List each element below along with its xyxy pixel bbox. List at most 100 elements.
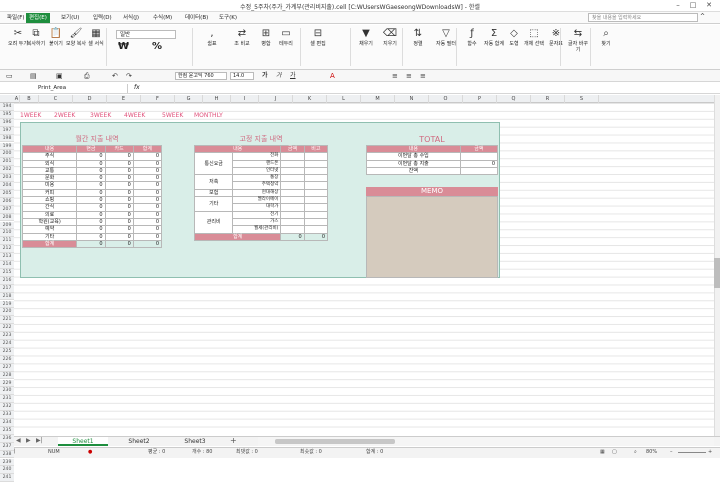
week-link-1[interactable]: 2WEEK: [54, 112, 75, 120]
menu-item-4[interactable]: 서식(J): [120, 13, 142, 23]
menu-item-7[interactable]: 도구(K): [216, 13, 240, 23]
group-label-cell[interactable]: 보험: [193, 188, 234, 198]
table-cell[interactable]: 0: [132, 217, 163, 227]
row-header[interactable]: 233: [0, 411, 14, 419]
row-header[interactable]: 226: [0, 355, 14, 364]
amount-cell[interactable]: [280, 152, 305, 161]
open-folder-icon[interactable]: ▤: [30, 72, 37, 80]
column-header-S[interactable]: S: [565, 95, 599, 103]
row-header[interactable]: 202: [0, 166, 14, 175]
row-header[interactable]: 225: [0, 347, 14, 356]
row-header[interactable]: 231: [0, 395, 14, 404]
row-header[interactable]: 216: [0, 276, 14, 285]
note-cell[interactable]: [303, 196, 329, 205]
column-header-D[interactable]: D: [73, 95, 107, 103]
table-cell[interactable]: 0: [76, 232, 106, 241]
menu-item-2[interactable]: 보기(U): [58, 13, 82, 23]
table-cell[interactable]: 문화: [21, 174, 78, 183]
ribbon-symbol-button[interactable]: ※ 문자표: [546, 28, 566, 47]
row-header[interactable]: 197: [0, 126, 14, 135]
column-header-K[interactable]: K: [293, 95, 327, 103]
amount-cell[interactable]: [280, 188, 305, 198]
prev-sheet-icon[interactable]: ◀: [16, 437, 21, 444]
column-header-I[interactable]: I: [231, 95, 259, 103]
zoom-out-icon[interactable]: –: [670, 449, 673, 456]
row-header[interactable]: 209: [0, 221, 14, 230]
column-header-O[interactable]: O: [429, 95, 463, 103]
row-header[interactable]: 196: [0, 118, 14, 127]
table-cell[interactable]: 0: [104, 225, 134, 234]
row-header[interactable]: 212: [0, 245, 14, 254]
table-cell[interactable]: 기타: [21, 232, 78, 241]
column-header-N[interactable]: N: [395, 95, 429, 103]
column-header-R[interactable]: R: [531, 95, 565, 103]
row-header[interactable]: 223: [0, 332, 14, 340]
zoom-level[interactable]: 80%: [646, 449, 657, 456]
week-link-4[interactable]: 5WEEK: [162, 112, 183, 120]
column-header-M[interactable]: M: [361, 95, 395, 103]
note-cell[interactable]: [303, 152, 329, 161]
table-cell[interactable]: 0: [459, 159, 499, 168]
group-label-cell[interactable]: 관리비: [193, 210, 234, 234]
total-cell[interactable]: 0: [76, 239, 106, 249]
column-header-G[interactable]: G: [175, 95, 203, 103]
row-header[interactable]: 218: [0, 292, 14, 301]
minimize-icon[interactable]: –: [671, 1, 685, 10]
note-cell[interactable]: [303, 174, 329, 183]
total-cell[interactable]: 0: [280, 232, 305, 241]
font-size-select[interactable]: 14.0: [230, 72, 254, 80]
zoom-in-icon[interactable]: +: [708, 449, 712, 456]
table-cell[interactable]: 0: [132, 225, 163, 234]
ribbon-copy-button[interactable]: ⧉ 복사하기: [26, 28, 46, 47]
menu-item-0[interactable]: 파일(F): [4, 13, 28, 23]
row-header[interactable]: 221: [0, 316, 14, 325]
number-format-select[interactable]: 일반: [116, 30, 176, 39]
table-cell[interactable]: 0: [104, 203, 134, 212]
row-header[interactable]: 208: [0, 213, 14, 222]
item-label-cell[interactable]: 월세(관리비): [232, 225, 282, 234]
total-cell[interactable]: 0: [132, 239, 163, 249]
table-cell[interactable]: 0: [76, 181, 106, 190]
column-header-J[interactable]: J: [259, 95, 293, 103]
table-cell[interactable]: 0: [76, 159, 106, 168]
table-cell[interactable]: 0: [104, 210, 134, 219]
amount-cell[interactable]: [280, 210, 305, 219]
ribbon-merge-button[interactable]: ⊞ 병합: [256, 28, 276, 47]
row-header[interactable]: 241: [0, 474, 14, 482]
note-cell[interactable]: [303, 210, 329, 219]
table-cell[interactable]: 이번달 총 지출: [366, 159, 461, 168]
group-label-cell[interactable]: 통신요금: [193, 152, 234, 176]
record-icon[interactable]: ●: [88, 449, 92, 456]
amount-cell[interactable]: [280, 159, 305, 168]
column-header-H[interactable]: H: [203, 95, 231, 103]
ribbon-scissors-button[interactable]: ✂ 오려 두기: [8, 28, 28, 47]
row-header[interactable]: 238: [0, 450, 14, 459]
function-icon[interactable]: fx: [134, 84, 140, 91]
item-label-cell[interactable]: 가스: [232, 217, 282, 227]
menu-item-6[interactable]: 데이터(B): [182, 13, 211, 23]
table-cell[interactable]: 주식: [21, 152, 78, 161]
table-cell[interactable]: 이번달 총 수입: [366, 152, 461, 161]
ribbon-fill-button[interactable]: ▼ 채우기: [356, 28, 376, 47]
table-cell[interactable]: 0: [76, 166, 106, 176]
table-cell[interactable]: 0: [132, 166, 163, 176]
table-cell[interactable]: 0: [132, 159, 163, 168]
note-cell[interactable]: [303, 217, 329, 227]
row-header[interactable]: 239: [0, 458, 14, 467]
row-header[interactable]: 227: [0, 363, 14, 372]
align-center-icon[interactable]: ≡: [406, 72, 412, 80]
row-header[interactable]: 195: [0, 110, 14, 119]
horizontal-scroll-thumb[interactable]: [275, 439, 395, 444]
vertical-scroll-thumb[interactable]: [714, 258, 720, 288]
table-cell[interactable]: 외식: [21, 159, 78, 168]
item-label-cell[interactable]: 전기: [232, 210, 282, 219]
underline-button[interactable]: 가: [290, 72, 296, 80]
amount-cell[interactable]: [280, 196, 305, 205]
ribbon-collapse-icon[interactable]: ^: [700, 13, 705, 20]
item-label-cell[interactable]: 통장: [232, 174, 282, 183]
last-sheet-icon[interactable]: ▶|: [36, 437, 43, 444]
total-cell[interactable]: 0: [104, 239, 134, 249]
name-box[interactable]: Print_Area: [8, 84, 128, 93]
table-cell[interactable]: 0: [104, 217, 134, 227]
item-label-cell[interactable]: 인터넷: [232, 166, 282, 176]
